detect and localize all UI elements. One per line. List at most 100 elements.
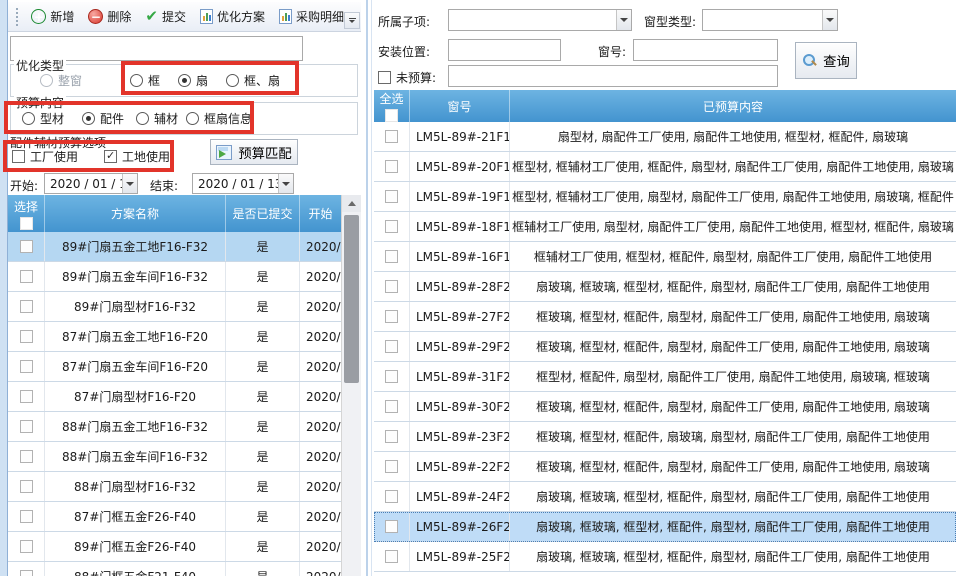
plan-submitted-header[interactable]: 是否已提交 (226, 195, 300, 232)
window-type-select[interactable] (702, 9, 838, 31)
window-table-row[interactable]: LM5L-89#-21F19扇型材, 扇配件工厂使用, 扇配件工地使用, 框型材… (374, 122, 956, 152)
start-date-value: 2020 / 01 / 1 (45, 177, 122, 191)
optimize-plan-button[interactable]: 优化方案 (193, 4, 272, 29)
row-checkbox[interactable] (20, 510, 33, 523)
row-checkbox[interactable] (20, 270, 33, 283)
row-checkbox[interactable] (20, 240, 33, 253)
row-checkbox[interactable] (385, 190, 398, 203)
row-checkbox[interactable] (20, 570, 33, 576)
sub-item-select[interactable] (448, 9, 632, 31)
plan-table-row[interactable]: 87#门扇五金工地F16-F20是2020/0 (8, 322, 341, 352)
row-checkbox[interactable] (20, 390, 33, 403)
plan-table-row[interactable]: 88#门扇型材F16-F32是2020/0 (8, 472, 341, 502)
window-table-row[interactable]: LM5L-89#-22F20框玻璃, 框型材, 框配件, 扇型材, 扇配件工厂使… (374, 452, 956, 482)
plan-table-header: 选择 方案名称 是否已提交 开始 (8, 195, 341, 232)
delete-button[interactable]: − 删除 (81, 4, 138, 29)
budgeted-content-header[interactable]: 已预算内容 (510, 90, 956, 122)
window-table-row[interactable]: LM5L-89#-27F25框玻璃, 框型材, 框配件, 扇型材, 扇配件工厂使… (374, 302, 956, 332)
no-budget-checkbox[interactable]: 未预算: (378, 69, 436, 86)
plan-table-row[interactable]: 88#门框五金F21-F40是2020/0 (8, 562, 341, 576)
window-table-row[interactable]: LM5L-89#-25F23扇玻璃, 框玻璃, 框型材, 框配件, 扇型材, 扇… (374, 542, 956, 572)
row-checkbox[interactable] (385, 160, 398, 173)
plan-table-row[interactable]: 88#门扇五金车间F16-F32是2020/0 (8, 442, 341, 472)
plan-start-header[interactable]: 开始 (300, 195, 341, 232)
panel-splitter[interactable] (361, 0, 374, 576)
select-all-checkbox[interactable] (20, 217, 33, 230)
budgeted-content-cell: 框玻璃, 框型材, 框配件, 扇型材, 扇配件工厂使用, 扇配件工地使用, 扇玻… (510, 452, 956, 481)
row-checkbox[interactable] (385, 220, 398, 233)
row-checkbox[interactable] (385, 520, 398, 533)
window-no-header[interactable]: 窗号 (410, 90, 510, 122)
chevron-down-icon[interactable] (122, 174, 137, 193)
row-checkbox[interactable] (20, 420, 33, 433)
row-checkbox[interactable] (20, 540, 33, 553)
install-pos-input[interactable] (448, 39, 561, 61)
window-no-input[interactable] (633, 39, 778, 61)
plan-name-header[interactable]: 方案名称 (45, 195, 226, 232)
plan-table-row[interactable]: 87#门扇五金车间F16-F20是2020/0 (8, 352, 341, 382)
radio-框扇信息[interactable]: 框扇信息 (186, 110, 252, 127)
radio-型材[interactable]: 型材 (22, 110, 64, 127)
scrollbar-thumb[interactable] (344, 215, 359, 383)
row-checkbox[interactable] (385, 490, 398, 503)
radio-扇[interactable]: 扇 (178, 72, 208, 89)
plan-start-cell: 2020/0 (300, 322, 341, 351)
radio-辅材[interactable]: 辅材 (136, 110, 178, 127)
row-checkbox[interactable] (385, 430, 398, 443)
end-date-picker[interactable]: 2020 / 01 / 13 (192, 173, 294, 194)
window-table-row[interactable]: LM5L-89#-23F21框玻璃, 框型材, 框配件, 扇玻璃, 扇型材, 扇… (374, 422, 956, 452)
radio-框、扇[interactable]: 框、扇 (226, 72, 280, 89)
row-checkbox[interactable] (385, 340, 398, 353)
query-button[interactable]: 查询 (795, 42, 857, 79)
window-table-row[interactable]: LM5L-89#-20F18框型材, 框辅材工厂使用, 框配件, 扇型材, 扇配… (374, 152, 956, 182)
row-checkbox[interactable] (385, 400, 398, 413)
toolbar-overflow-button[interactable] (344, 12, 360, 29)
plan-table-row[interactable]: 87#门框五金F26-F40是2020/0 (8, 502, 341, 532)
row-checkbox[interactable] (20, 480, 33, 493)
start-date-picker[interactable]: 2020 / 01 / 1 (44, 173, 138, 194)
row-checkbox[interactable] (20, 300, 33, 313)
row-checkbox[interactable] (385, 130, 398, 143)
row-checkbox[interactable] (385, 550, 398, 563)
window-table-row[interactable]: LM5L-89#-26F24扇玻璃, 框玻璃, 框型材, 框配件, 扇型材, 扇… (374, 512, 956, 542)
row-checkbox[interactable] (385, 250, 398, 263)
window-table-row[interactable]: LM5L-89#-18F16框辅材工厂使用, 扇型材, 扇配件工厂使用, 扇配件… (374, 212, 956, 242)
plan-table-row[interactable]: 89#门扇型材F16-F32是2020/0 (8, 292, 341, 322)
checkbox-工地使用[interactable]: 工地使用 (104, 148, 170, 165)
select-all-checkbox[interactable] (385, 109, 398, 122)
plan-table-row[interactable]: 89#门框五金F26-F40是2020/0 (8, 532, 341, 562)
window-table-row[interactable]: LM5L-89#-24F22扇玻璃, 框玻璃, 框型材, 框配件, 扇型材, 扇… (374, 482, 956, 512)
window-no-label: 窗号: (598, 43, 626, 60)
plan-start-cell: 2020/0 (300, 292, 341, 321)
row-checkbox[interactable] (20, 450, 33, 463)
no-budget-input[interactable] (448, 65, 778, 87)
budget-match-button[interactable]: 预算匹配 (210, 139, 298, 165)
radio-配件[interactable]: 配件 (82, 110, 124, 127)
submit-button[interactable]: ✔ 提交 (138, 4, 193, 29)
row-checkbox[interactable] (20, 360, 33, 373)
plan-table-row[interactable]: 88#门扇五金工地F16-F32是2020/0 (8, 412, 341, 442)
window-table-row[interactable]: LM5L-89#-30F28框玻璃, 框型材, 框配件, 扇型材, 扇配件工厂使… (374, 392, 956, 422)
radio-框[interactable]: 框 (130, 72, 160, 89)
window-table-row[interactable]: LM5L-89#-31F29框型材, 框配件, 扇型材, 扇配件工厂使用, 扇配… (374, 362, 956, 392)
row-checkbox[interactable] (385, 310, 398, 323)
chevron-down-icon[interactable] (616, 10, 631, 30)
plan-table-row[interactable]: 89#门扇五金工地F16-F32是2020/0 (8, 232, 341, 262)
plan-table-scrollbar[interactable] (341, 195, 361, 576)
checkbox-工厂使用[interactable]: 工厂使用 (12, 148, 78, 165)
plan-table-row[interactable]: 87#门扇型材F16-F20是2020/0 (8, 382, 341, 412)
toolbar-grip[interactable] (16, 8, 18, 26)
add-button[interactable]: + 新增 (24, 4, 81, 29)
scroll-up-icon[interactable] (342, 195, 361, 212)
row-checkbox[interactable] (20, 330, 33, 343)
window-table-row[interactable]: LM5L-89#-28F26扇玻璃, 框玻璃, 框型材, 框配件, 扇型材, 扇… (374, 272, 956, 302)
window-table-row[interactable]: LM5L-89#-19F17框型材, 框辅材工厂使用, 扇型材, 扇配件工厂使用… (374, 182, 956, 212)
window-table-row[interactable]: LM5L-89#-16F15框辅材工厂使用, 框型材, 框配件, 扇型材, 扇配… (374, 242, 956, 272)
window-table-row[interactable]: LM5L-89#-29F27框玻璃, 框型材, 框配件, 扇型材, 扇配件工厂使… (374, 332, 956, 362)
chevron-down-icon[interactable] (278, 174, 293, 193)
row-checkbox[interactable] (385, 280, 398, 293)
plan-table-row[interactable]: 89#门扇五金车间F16-F32是2020/0 (8, 262, 341, 292)
row-checkbox[interactable] (385, 370, 398, 383)
row-checkbox[interactable] (385, 460, 398, 473)
chevron-down-icon[interactable] (822, 10, 837, 30)
